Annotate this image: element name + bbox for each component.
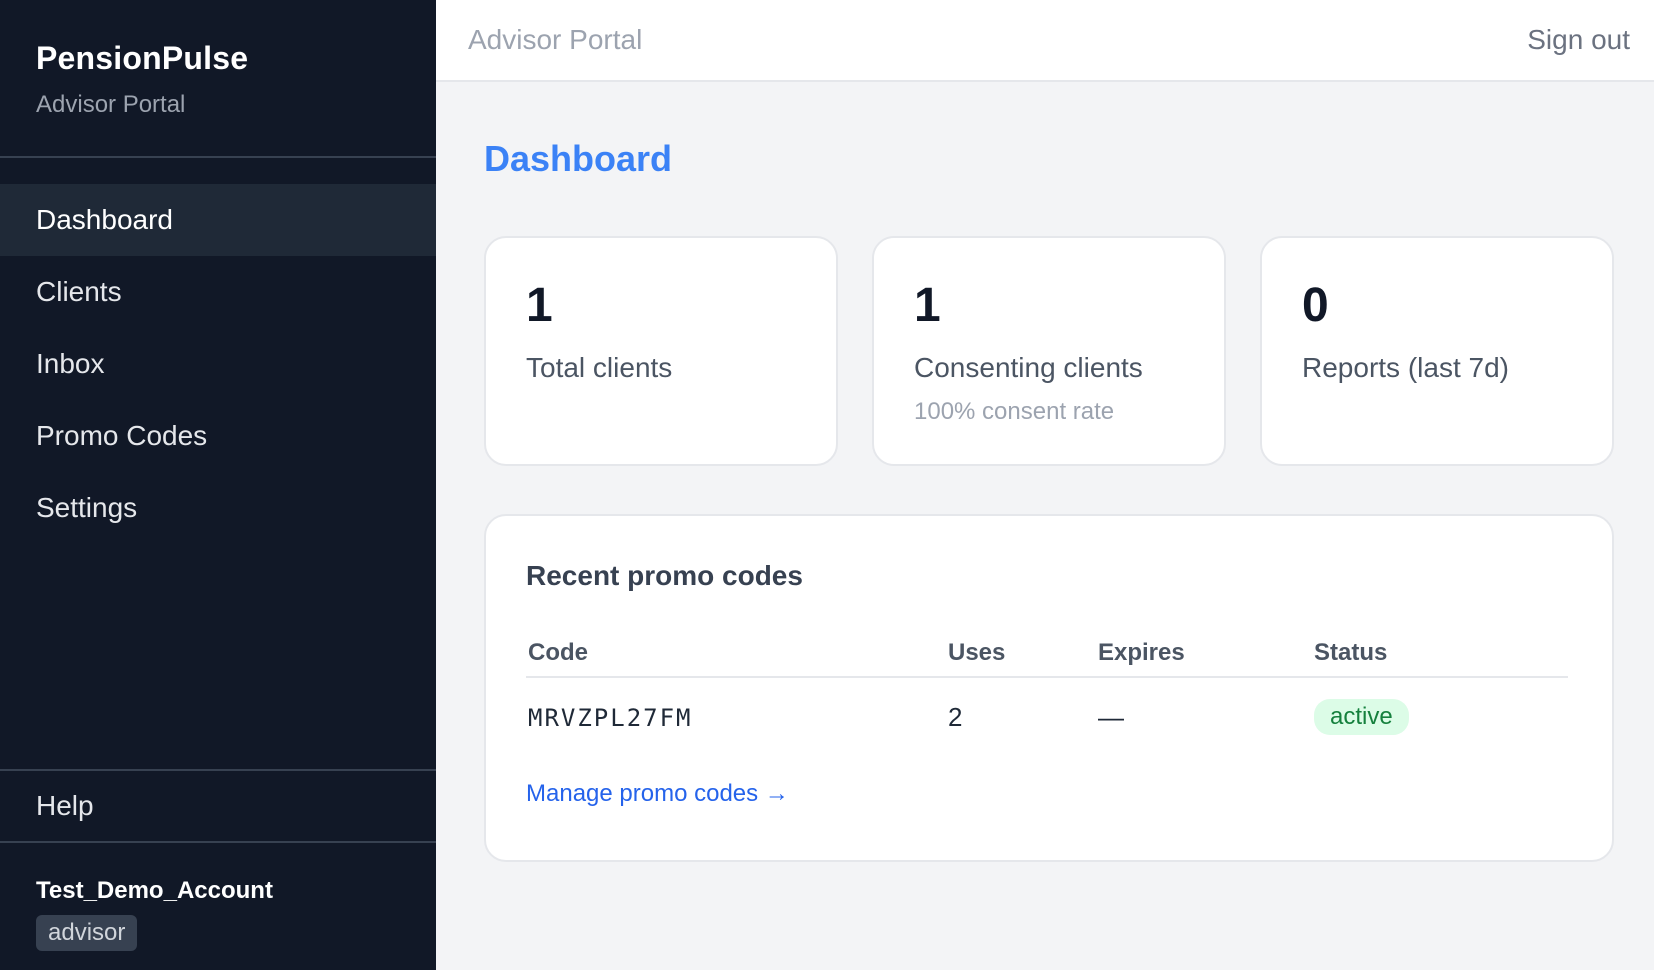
- recent-promo-codes-card: Recent promo codes Code Uses Expires Sta…: [484, 514, 1614, 862]
- sidebar-footer: Help Test_Demo_Account advisor: [0, 769, 436, 970]
- promo-table: Code Uses Expires Status MRVZPL27FM 2 — …: [526, 630, 1568, 756]
- column-header-code: Code: [528, 639, 588, 666]
- sidebar-nav: Dashboard Clients Inbox Promo Codes Sett…: [0, 158, 436, 544]
- brand-subtitle: Advisor Portal: [36, 91, 186, 118]
- stat-label: Consenting clients: [914, 352, 1143, 383]
- stat-card-total-clients: 1 Total clients: [484, 236, 838, 466]
- role-badge: advisor: [36, 915, 138, 951]
- column-header-status: Status: [1314, 639, 1388, 666]
- brand-name: PensionPulse: [36, 40, 249, 76]
- app-root: PensionPulse Advisor Portal Dashboard Cl…: [0, 0, 1654, 970]
- table-header: Code Uses Expires Status: [526, 630, 1568, 678]
- promo-code-value: MRVZPL27FM: [528, 703, 693, 732]
- header-title: Advisor Portal: [468, 24, 643, 55]
- promo-uses-value: 2: [948, 701, 963, 732]
- account-panel: Test_Demo_Account advisor: [0, 843, 436, 970]
- stat-subtext: 100% consent rate: [914, 398, 1115, 425]
- stat-card-reports: 0 Reports (last 7d): [1260, 236, 1614, 466]
- column-header-expires: Expires: [1098, 639, 1185, 666]
- stat-label: Total clients: [526, 352, 673, 383]
- promo-card-title: Recent promo codes: [526, 560, 803, 591]
- stat-card-consenting-clients: 1 Consenting clients 100% consent rate: [872, 236, 1226, 466]
- status-badge: active: [1314, 699, 1409, 735]
- table-row: MRVZPL27FM 2 — active: [526, 678, 1568, 756]
- sign-out-button[interactable]: Sign out: [1527, 24, 1630, 56]
- stat-value: 1: [526, 279, 553, 332]
- stats-row: 1 Total clients 1 Consenting clients 100…: [484, 236, 1614, 466]
- stat-value: 0: [1302, 279, 1329, 332]
- brand: PensionPulse Advisor Portal: [0, 0, 436, 158]
- main-area: Advisor Portal Sign out Dashboard 1 Tota…: [436, 0, 1654, 970]
- sidebar-item-help[interactable]: Help: [0, 769, 436, 843]
- sidebar-item-inbox[interactable]: Inbox: [0, 328, 436, 400]
- dashboard-content: Dashboard 1 Total clients 1 Consenting c…: [436, 82, 1654, 862]
- stat-label: Reports (last 7d): [1302, 352, 1509, 383]
- column-header-uses: Uses: [948, 639, 1006, 666]
- manage-promo-codes-link[interactable]: Manage promo codes →: [526, 780, 789, 808]
- stat-value: 1: [914, 279, 941, 332]
- promo-expires-value: —: [1098, 701, 1124, 732]
- top-bar: Advisor Portal Sign out: [436, 0, 1654, 82]
- account-name: Test_Demo_Account: [36, 877, 273, 904]
- sidebar-item-settings[interactable]: Settings: [0, 472, 436, 544]
- sidebar-item-clients[interactable]: Clients: [0, 256, 436, 328]
- sidebar: PensionPulse Advisor Portal Dashboard Cl…: [0, 0, 436, 970]
- sidebar-item-dashboard[interactable]: Dashboard: [0, 184, 436, 256]
- page-title: Dashboard: [484, 138, 673, 179]
- sidebar-item-promo-codes[interactable]: Promo Codes: [0, 400, 436, 472]
